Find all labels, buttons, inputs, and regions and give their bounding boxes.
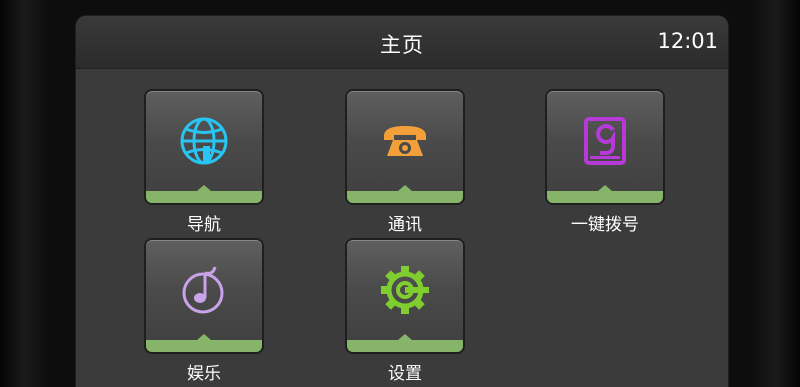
header-bar: 主页 12:01 [76,16,728,69]
settings-gear-icon [381,266,429,314]
music-note-icon [182,266,224,314]
clock: 12:01 [657,29,718,53]
app-label-entertainment: 娱乐 [187,364,221,384]
app-tile-communication[interactable] [345,89,465,205]
tile-accent-bar [146,191,262,203]
app-label-settings: 设置 [388,364,422,384]
tile-accent-bar [347,340,463,352]
home-screen: 主页 12:01 导航 通讯 一键拨号 娱乐 设置 [76,16,728,387]
app-label-communication: 通讯 [388,215,422,235]
speed-dial-9-icon [584,117,626,165]
app-label-navigation: 导航 [187,215,221,235]
app-tile-entertainment[interactable] [144,238,264,354]
tile-accent-bar [347,191,463,203]
globe-navigation-icon [180,117,228,165]
telephone-icon [384,126,426,156]
tile-accent-bar [547,191,663,203]
app-tile-settings[interactable] [345,238,465,354]
app-tile-speed-dial[interactable] [545,89,665,205]
app-tile-navigation[interactable] [144,89,264,205]
tile-accent-bar [146,340,262,352]
page-title: 主页 [380,33,424,57]
app-label-speed-dial: 一键拨号 [571,215,639,235]
